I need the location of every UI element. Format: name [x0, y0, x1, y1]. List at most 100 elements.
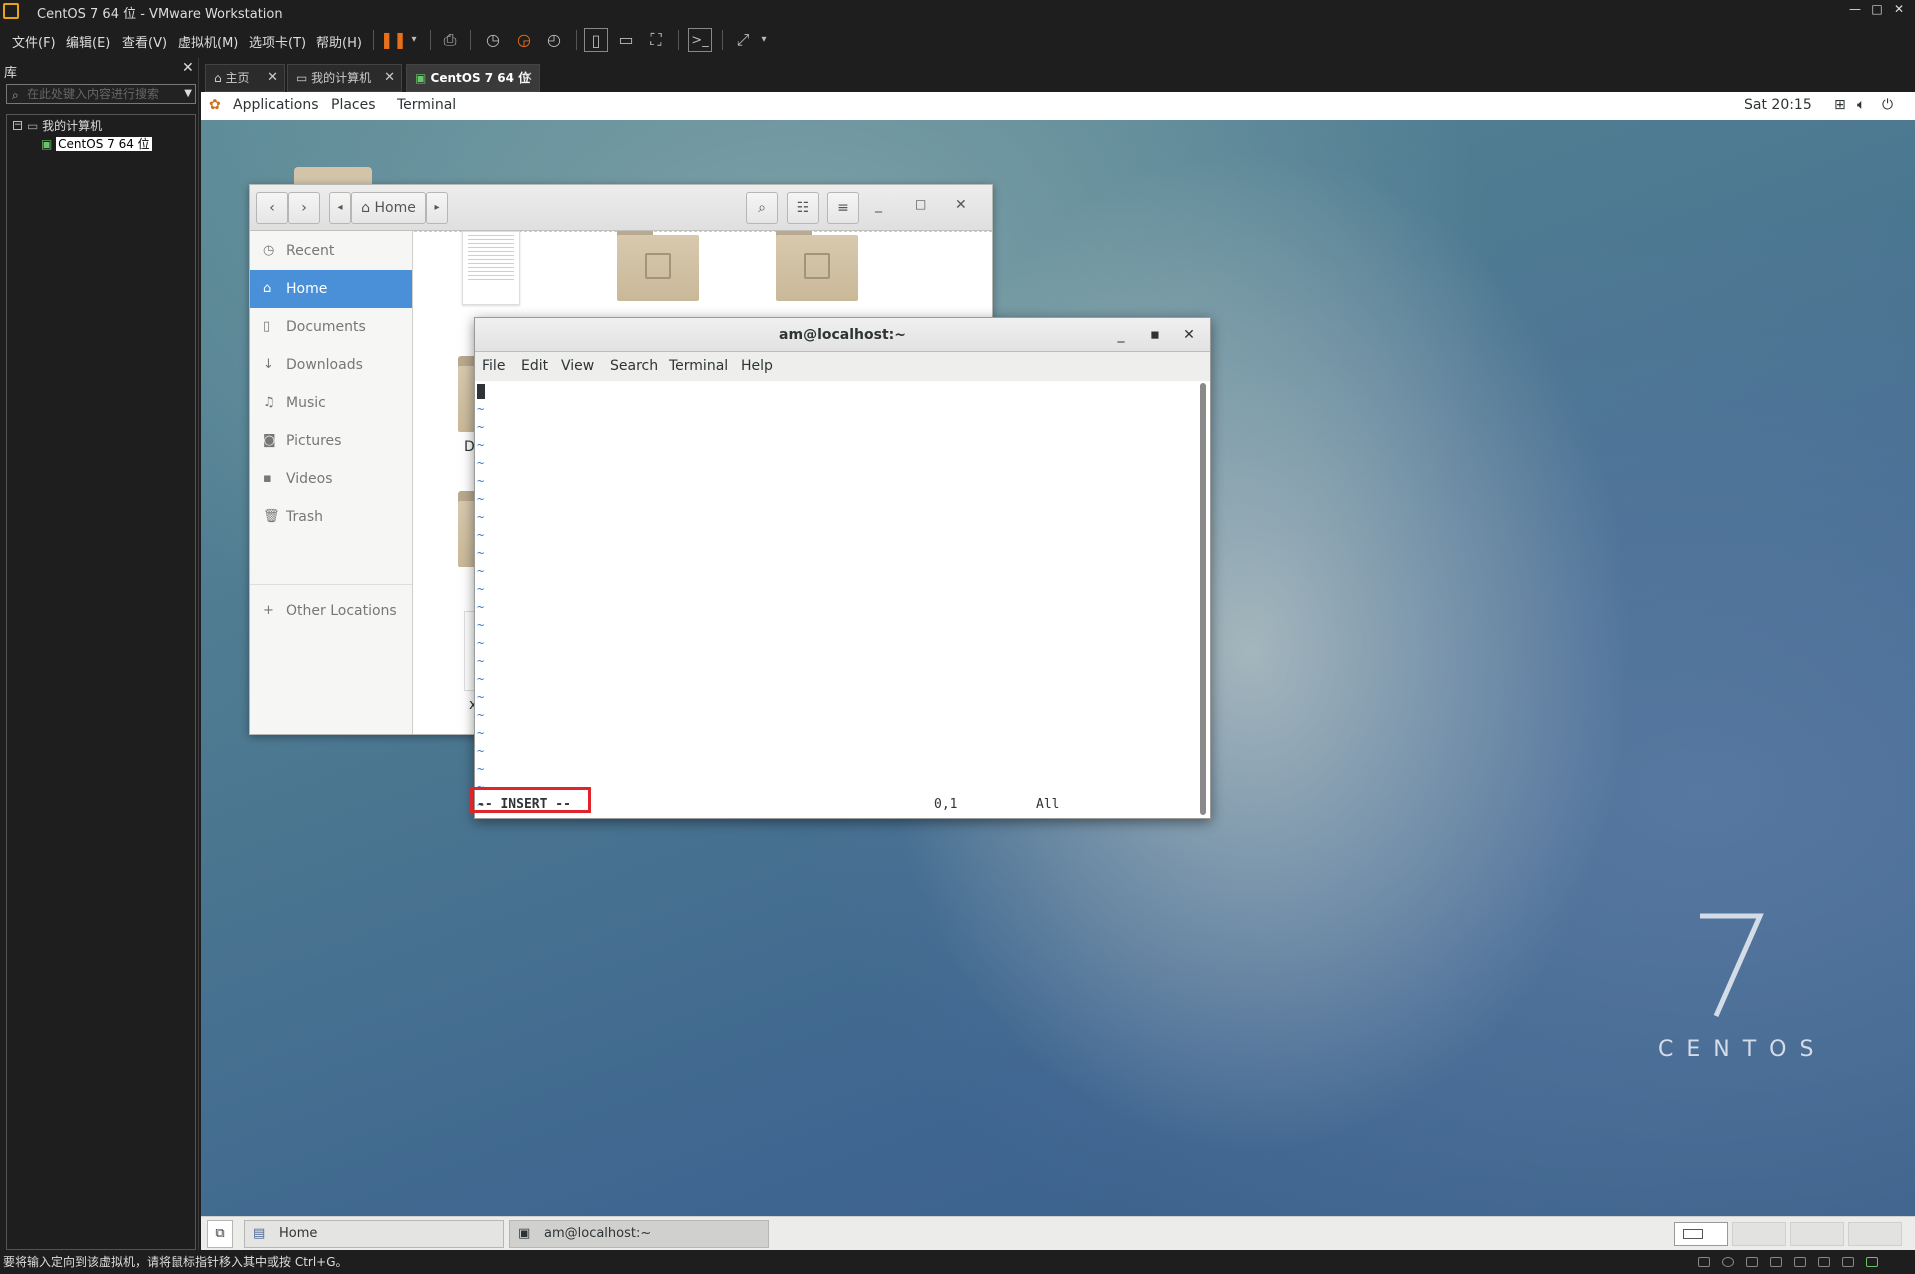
maximize-icon[interactable]: □ — [1867, 2, 1887, 20]
hdd-icon[interactable] — [1698, 1257, 1710, 1267]
tab-my-computer[interactable]: ▭ 我的计算机 ✕ — [287, 64, 402, 92]
search-icon: ⌕ — [12, 88, 19, 102]
back-button[interactable]: ‹ — [256, 192, 288, 224]
menu-view[interactable]: 查看(V) — [122, 32, 167, 51]
terminal-menu-file[interactable]: File — [482, 358, 505, 374]
sidebar-item-other-locations[interactable]: + Other Locations — [250, 592, 412, 630]
close-tab-icon[interactable]: ✕ — [267, 65, 278, 91]
view-options-button[interactable]: ☷ — [787, 192, 819, 224]
menu-vm[interactable]: 虚拟机(M) — [178, 32, 238, 51]
menu-file[interactable]: 文件(F) — [12, 32, 56, 51]
display-icon[interactable] — [1842, 1257, 1854, 1267]
close-icon[interactable]: ✕ — [1889, 2, 1909, 20]
terminal-menu-edit[interactable]: Edit — [521, 358, 548, 374]
sidebar-item-documents[interactable]: ▯ Documents — [250, 308, 412, 346]
tree-item-centos-vm[interactable]: ▣ CentOS 7 64 位 — [41, 135, 152, 152]
path-right-button[interactable]: ▸ — [426, 192, 448, 224]
vmware-menubar: 文件(F) 编辑(E) 查看(V) 虚拟机(M) 选项卡(T) 帮助(H) ❚❚… — [0, 22, 1915, 58]
sidebar-item-trash[interactable]: 🗑︎ Trash — [250, 498, 412, 536]
folder-documents-icon[interactable] — [776, 231, 858, 301]
close-icon[interactable]: ✕ — [1179, 318, 1199, 352]
guest-desktop[interactable]: ✿ Applications Places Terminal Sat 20:15… — [201, 92, 1915, 1216]
show-desktop-button[interactable]: ⧉ — [207, 1220, 233, 1248]
message-log-icon[interactable] — [1866, 1257, 1878, 1267]
workspace-1[interactable] — [1674, 1222, 1728, 1246]
terminal-app-menu[interactable]: Terminal — [397, 97, 456, 113]
power-icon[interactable]: ⏻ — [1882, 97, 1893, 113]
printer-icon[interactable] — [1818, 1257, 1830, 1267]
maximize-icon[interactable]: ◼ — [1145, 318, 1165, 352]
library-close-icon[interactable]: ✕ — [182, 60, 194, 76]
places-menu[interactable]: Places — [331, 97, 376, 113]
network-icon[interactable]: ⊞ — [1834, 97, 1846, 113]
sidebar-item-music[interactable]: ♫ Music — [250, 384, 412, 422]
chevron-down-icon[interactable]: ▼ — [184, 85, 192, 103]
volume-icon[interactable]: 🔈︎ — [1857, 97, 1865, 113]
file-manager-icon: ▤ — [253, 1226, 266, 1241]
search-button[interactable]: ⌕ — [746, 192, 778, 224]
menu-edit[interactable]: 编辑(E) — [66, 32, 110, 51]
minimize-icon[interactable]: _ — [1111, 318, 1131, 352]
terminal-menu-search[interactable]: Search — [610, 358, 658, 374]
dropdown-arrow-icon[interactable]: ▾ — [402, 28, 426, 52]
collapse-icon[interactable]: − — [13, 121, 22, 130]
terminal-text-area[interactable]: ~ ~ ~ ~ ~ ~ ~ ~ ~ ~ ~ ~ ~ ~ ~ ~ ~ ~ ~ ~ ~ ~ ~ -- INSERT -- 0,1… — [470, 381, 1210, 818]
monitor-icon: ▭ — [27, 119, 39, 133]
menu-button[interactable]: ≡ — [827, 192, 859, 224]
workspace-3[interactable] — [1790, 1222, 1844, 1246]
forward-button[interactable]: › — [288, 192, 320, 224]
home-icon: ⌂ — [214, 71, 222, 85]
path-left-button[interactable]: ◂ — [329, 192, 351, 224]
minimize-icon[interactable]: _ — [875, 197, 882, 213]
folder-templates-icon[interactable] — [617, 231, 699, 301]
toolbar-separator — [678, 30, 679, 50]
fullscreen-icon[interactable]: ⛶ — [644, 28, 668, 52]
menu-help[interactable]: 帮助(H) — [316, 32, 362, 51]
vim-tilde-line: ~ — [477, 492, 485, 506]
vim-tilde-line: ~ — [477, 618, 485, 632]
minimize-icon[interactable]: — — [1845, 2, 1865, 20]
close-tab-icon[interactable]: ✕ — [522, 65, 533, 91]
sidebar-item-videos[interactable]: ▪ Videos — [250, 460, 412, 498]
applications-menu[interactable]: Applications — [233, 97, 319, 113]
thumbnail-bar-icon[interactable]: ▭ — [614, 28, 638, 52]
show-library-icon[interactable]: ▯ — [584, 28, 608, 52]
tab-centos[interactable]: ▣ CentOS 7 64 位 ✕ — [406, 64, 540, 92]
close-icon[interactable]: ✕ — [955, 197, 967, 213]
maximize-icon[interactable]: □ — [915, 197, 926, 211]
taskbar-item-home[interactable]: ▤ Home — [244, 1220, 504, 1248]
dropdown-arrow-icon[interactable]: ▾ — [752, 28, 776, 52]
revert-snapshot-icon[interactable]: ◶ — [512, 28, 536, 52]
tree-item-my-computer[interactable]: ▭ 我的计算机 — [27, 117, 102, 134]
path-home-button[interactable]: ⌂ Home — [351, 192, 426, 224]
terminal-menu-help[interactable]: Help — [741, 358, 773, 374]
library-search-input[interactable]: ⌕ 在此处键入内容进行搜索 ▼ — [6, 84, 196, 104]
console-view-icon[interactable]: >_ — [688, 28, 712, 52]
usb-icon[interactable] — [1770, 1257, 1782, 1267]
sidebar-item-downloads[interactable]: ↓ Downloads — [250, 346, 412, 384]
close-tab-icon[interactable]: ✕ — [384, 65, 395, 91]
tab-home[interactable]: ⌂ 主页 ✕ — [205, 64, 285, 92]
terminal-menu-terminal[interactable]: Terminal — [669, 358, 728, 374]
sound-icon[interactable] — [1794, 1257, 1806, 1267]
pause-icon[interactable]: ❚❚ — [380, 28, 407, 52]
toolbar-separator — [470, 30, 471, 50]
terminal-menu-view[interactable]: View — [561, 358, 594, 374]
menu-tabs[interactable]: 选项卡(T) — [249, 32, 306, 51]
vmware-titlebar: CentOS 7 64 位 - VMware Workstation — □ ✕ — [0, 0, 1915, 22]
vim-tilde-line: ~ — [477, 528, 485, 542]
terminal-scrollbar[interactable] — [1200, 383, 1206, 815]
clock[interactable]: Sat 20:15 — [1744, 97, 1812, 113]
send-ctrl-alt-del-icon[interactable]: ⎙ — [438, 28, 462, 52]
taskbar-item-terminal[interactable]: ▣ am@localhost:~ — [509, 1220, 769, 1248]
file-document-thumbnail[interactable] — [462, 231, 520, 305]
snapshot-icon[interactable]: ◷ — [481, 28, 505, 52]
cdrom-icon[interactable] — [1722, 1257, 1734, 1267]
snapshot-manager-icon[interactable]: ◴ — [542, 28, 566, 52]
network-adapter-icon[interactable] — [1746, 1257, 1758, 1267]
sidebar-item-recent[interactable]: ◷ Recent — [250, 232, 412, 270]
workspace-2[interactable] — [1732, 1222, 1786, 1246]
sidebar-item-pictures[interactable]: ◙ Pictures — [250, 422, 412, 460]
sidebar-item-home[interactable]: ⌂ Home — [250, 270, 412, 308]
workspace-4[interactable] — [1848, 1222, 1902, 1246]
